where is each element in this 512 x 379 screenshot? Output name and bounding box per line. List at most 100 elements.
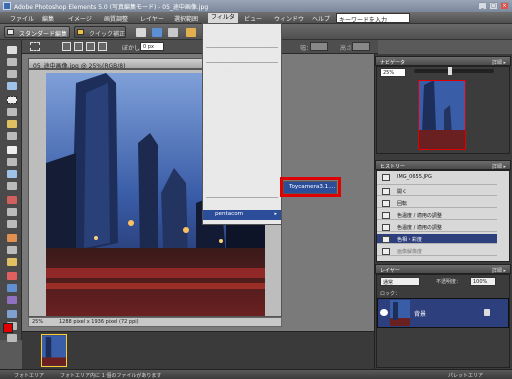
create-icon[interactable]: [168, 28, 178, 37]
color-swatches[interactable]: [3, 323, 19, 339]
filter-menu-item-label: アーティスティック: [215, 78, 265, 84]
filter-menu-item[interactable]: ピクセレート ▸: [203, 115, 281, 125]
foreground-color-swatch[interactable]: [3, 323, 13, 333]
subtract-selection-icon[interactable]: [86, 42, 95, 51]
filter-menu-item[interactable]: 色調補正(A) ▸: [203, 65, 281, 75]
navigator-zoom-slider[interactable]: [414, 69, 494, 73]
move-tool-icon[interactable]: [7, 46, 17, 54]
type-tool-icon[interactable]: [7, 146, 17, 154]
layers-more[interactable]: 詳細 ▸: [492, 267, 506, 274]
filter-menu-item[interactable]: ぼかし(H) Ctrl+F: [203, 25, 281, 35]
minimize-button[interactable]: _: [478, 2, 487, 10]
print-icon[interactable]: [136, 28, 146, 37]
filter-menu-item[interactable]: ぼかし ▸: [203, 145, 281, 155]
palette-bin-toggle[interactable]: パレットエリア: [448, 372, 483, 379]
selection-brush-tool-icon[interactable]: [7, 132, 17, 140]
filter-menu-item[interactable]: アーティスティック ▸: [203, 75, 281, 85]
eyedropper-tool-icon[interactable]: [7, 82, 17, 90]
hand-tool-icon[interactable]: [7, 70, 17, 78]
history-step-icon: [382, 200, 390, 207]
zoom-readout[interactable]: 25%: [32, 319, 43, 325]
status-bar: フォトエリア フォトエリア内に 1 個のファイルがあります パレットエリア: [0, 369, 512, 379]
clone-stamp-tool-icon[interactable]: [7, 220, 17, 228]
intersect-selection-icon[interactable]: [98, 42, 107, 51]
lock-label: ロック：: [380, 291, 401, 297]
close-button[interactable]: ×: [500, 2, 509, 10]
spot-healing-tool-icon[interactable]: [7, 208, 17, 216]
gradient-tool-icon[interactable]: [7, 284, 17, 292]
photo-bin-toggle[interactable]: フォトエリア: [14, 372, 44, 379]
filter-menu-item[interactable]: スケッチ ▸: [203, 85, 281, 95]
brush-tool-icon[interactable]: [7, 258, 17, 266]
navigator-thumbnail[interactable]: [418, 80, 466, 150]
menu-help[interactable]: ヘルプ: [312, 14, 330, 23]
blend-mode-select[interactable]: 通常: [380, 277, 420, 286]
submenu-arrow-icon: ▸: [274, 146, 277, 152]
navigator-header[interactable]: ナビゲータ 詳細 ▸: [375, 56, 511, 66]
magic-wand-tool-icon[interactable]: [7, 120, 17, 128]
zoom-tool-icon[interactable]: [7, 58, 17, 66]
filter-menu-item[interactable]: 変形 ▸: [203, 155, 281, 165]
filter-menu-item-label: 色調補正(A): [215, 68, 246, 74]
history-item[interactable]: 回転: [377, 198, 497, 208]
height-input[interactable]: [352, 42, 370, 51]
submenu-arrow-icon: ▸: [274, 176, 277, 182]
lasso-tool-icon[interactable]: [7, 108, 17, 116]
paint-bucket-tool-icon[interactable]: [7, 272, 17, 280]
navigator-more[interactable]: 詳細 ▸: [492, 59, 506, 66]
history-item[interactable]: 画像解像度: [377, 246, 497, 256]
filter-menu-item[interactable]: ブラシストローク ▸: [203, 135, 281, 145]
history-item[interactable]: 色温度 / 適用の調整: [377, 210, 497, 220]
cookie-cutter-tool-icon[interactable]: [7, 170, 17, 178]
red-eye-tool-icon[interactable]: [7, 196, 17, 204]
filter-menu-item[interactable]: ビデオ ▸: [203, 125, 281, 135]
filter-menu-item[interactable]: pentacom ▸: [203, 210, 281, 220]
menu-select[interactable]: 選択範囲: [174, 14, 198, 23]
menu-window[interactable]: ウィンドウ: [274, 14, 304, 23]
opacity-input[interactable]: 100%: [470, 277, 496, 286]
eraser-tool-icon[interactable]: [7, 234, 17, 242]
new-selection-icon[interactable]: [62, 42, 71, 51]
maximize-button[interactable]: □: [489, 2, 498, 10]
menu-view[interactable]: ビュー: [244, 14, 262, 23]
history-more[interactable]: 詳細 ▸: [492, 163, 506, 170]
menu-file[interactable]: ファイル: [10, 14, 34, 23]
filter-menu-item[interactable]: ノイズ ▸: [203, 105, 281, 115]
menu-enhance[interactable]: 画質調整: [104, 14, 128, 23]
history-header[interactable]: ヒストリー 詳細 ▸: [375, 160, 511, 170]
menu-layer[interactable]: レイヤー: [140, 14, 164, 23]
history-item[interactable]: 色相・彩度: [377, 234, 497, 244]
filter-menu-item[interactable]: レンズ補正...: [203, 50, 281, 60]
menu-filter[interactable]: フィルタ: [208, 13, 238, 23]
photo-bin-thumbnail[interactable]: [41, 334, 67, 367]
straighten-tool-icon[interactable]: [7, 182, 17, 190]
history-item[interactable]: 色温度 / 適用の調整: [377, 222, 497, 232]
filter-menu-item[interactable]: 描画 ▸: [203, 165, 281, 175]
share-icon[interactable]: [152, 28, 162, 37]
filter-menu-item[interactable]: 表現手法 ▸: [203, 175, 281, 185]
menu-edit[interactable]: 編集: [42, 14, 54, 23]
filter-menu-item[interactable]: その他 ▸: [203, 185, 281, 195]
marquee-tool-icon[interactable]: [7, 96, 17, 104]
filter-menu-item[interactable]: フィルタギャラリー(G)...: [203, 35, 281, 45]
shape-tool-icon[interactable]: [7, 296, 17, 304]
organizer-icon[interactable]: [186, 28, 196, 37]
blur-tool-icon[interactable]: [7, 310, 17, 318]
filter-menu-item[interactable]: Digimarc ▸: [203, 200, 281, 210]
rect-marquee-option-icon[interactable]: [30, 42, 40, 51]
width-input[interactable]: [310, 42, 328, 51]
menu-image[interactable]: イメージ: [68, 14, 92, 23]
navigator-slider-thumb[interactable]: [448, 67, 452, 75]
submenu-arrow-icon: ▸: [274, 76, 277, 82]
filter-menu-item[interactable]: テクスチャ ▸: [203, 95, 281, 105]
layers-header[interactable]: レイヤー 詳細 ▸: [375, 264, 511, 274]
search-input[interactable]: キーワードを入力: [336, 13, 410, 24]
history-item[interactable]: 開く: [377, 186, 497, 196]
visibility-eye-icon[interactable]: [380, 309, 388, 316]
feather-input[interactable]: 0 px: [140, 42, 164, 51]
pencil-tool-icon[interactable]: [7, 246, 17, 254]
crop-tool-icon[interactable]: [7, 158, 17, 166]
history-snapshot[interactable]: IMG_0655.JPG: [377, 172, 497, 185]
navigator-zoom-input[interactable]: 25%: [380, 68, 406, 77]
add-selection-icon[interactable]: [74, 42, 83, 51]
